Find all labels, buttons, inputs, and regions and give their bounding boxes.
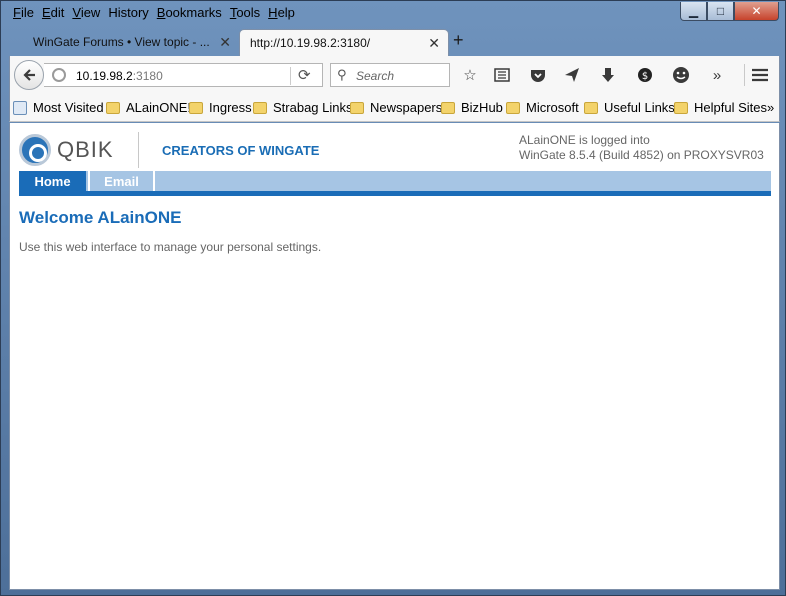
url-text[interactable]: 10.19.98.2:3180: [76, 69, 163, 83]
folder-icon: [441, 101, 455, 114]
menu-tools[interactable]: Tools: [226, 3, 264, 23]
browser-window: ▁ □ ✕ File Edit View History Bookmarks T…: [0, 0, 786, 596]
svg-text:$: $: [642, 71, 648, 82]
extension-smiley-icon[interactable]: [671, 65, 691, 85]
navigation-toolbar: 10.19.98.2:3180 ⟳ ⚲ Search ☆ $ »: [9, 56, 780, 94]
folder-icon: [253, 101, 267, 114]
nav-tab-email[interactable]: Email: [88, 171, 155, 191]
tab-title: WinGate Forums • View topic - ...: [33, 35, 210, 49]
overflow-chevron-icon[interactable]: »: [707, 65, 727, 85]
nav-tab-home[interactable]: Home: [19, 171, 86, 191]
page-content: QBIK CREATORS OF WINGATE ALainONE is log…: [9, 123, 780, 590]
bookmark-folder-microsoft[interactable]: Microsoft: [506, 100, 579, 115]
bookmark-folder-helpful-sites[interactable]: Helpful Sites: [674, 100, 767, 115]
reload-icon[interactable]: ⟳: [298, 66, 311, 84]
folder-icon: [189, 101, 203, 114]
bookmark-folder-alainone[interactable]: ALainONE!: [106, 100, 191, 115]
qbik-logo[interactable]: QBIK: [19, 134, 114, 166]
folder-icon: [106, 101, 120, 114]
bookmark-most-visited[interactable]: Most Visited: [13, 100, 104, 115]
reader-view-icon[interactable]: [492, 65, 512, 85]
login-status-version: WinGate 8.5.4 (Build 4852) on PROXYSVR03: [519, 148, 764, 162]
url-separator: [290, 67, 291, 85]
menu-help[interactable]: Help: [264, 3, 299, 23]
search-input[interactable]: ⚲ Search: [330, 63, 450, 87]
menu-bookmarks[interactable]: Bookmarks: [153, 3, 226, 23]
close-window-button[interactable]: ✕: [734, 2, 779, 21]
login-status: ALainONE is logged into WinGate 8.5.4 (B…: [519, 133, 769, 163]
page-description: Use this web interface to manage your pe…: [19, 240, 322, 254]
url-bar[interactable]: 10.19.98.2:3180 ⟳: [44, 63, 323, 87]
new-tab-button[interactable]: +: [453, 30, 464, 51]
send-icon[interactable]: [562, 65, 582, 85]
tab-strip: WinGate Forums • View topic - ... ✕ http…: [9, 26, 779, 56]
maximize-button[interactable]: □: [707, 2, 734, 21]
search-placeholder: Search: [356, 69, 395, 83]
menu-view[interactable]: View: [68, 3, 104, 23]
bookmark-star-icon[interactable]: ☆: [460, 65, 480, 85]
menu-history[interactable]: History: [104, 3, 152, 23]
menu-edit[interactable]: Edit: [38, 3, 68, 23]
downloads-icon[interactable]: [598, 65, 618, 85]
toolbar-separator: [744, 64, 745, 86]
bookmark-folder-ingress[interactable]: Ingress: [189, 100, 252, 115]
logo-text: QBIK: [57, 137, 114, 162]
tab-close-icon[interactable]: ✕: [219, 34, 231, 51]
search-icon: ⚲: [337, 67, 347, 82]
login-status-line: ALainONE is logged into: [519, 133, 650, 147]
tab-close-icon[interactable]: ✕: [428, 35, 440, 52]
tab-wingate-home[interactable]: http://10.19.98.2:3180/ ✕: [239, 29, 449, 56]
header-divider: [138, 132, 139, 168]
site-info-icon[interactable]: [52, 68, 66, 82]
bookmark-folder-useful-links[interactable]: Useful Links: [584, 100, 675, 115]
folder-icon: [584, 101, 598, 114]
bookmarks-overflow-icon[interactable]: »: [767, 100, 774, 115]
folder-icon: [350, 101, 364, 114]
most-visited-icon: [13, 100, 27, 115]
folder-icon: [674, 101, 688, 114]
window-controls: ▁ □ ✕: [680, 2, 779, 21]
page-nav-underline: [19, 191, 771, 196]
bookmark-folder-newspapers[interactable]: Newspapers: [350, 100, 442, 115]
qbik-logo-icon: [19, 134, 51, 166]
back-arrow-icon: [23, 69, 35, 81]
bookmarks-toolbar: Most Visited ALainONE! Ingress Strabag L…: [9, 94, 780, 122]
page-title: Welcome ALainONE: [19, 208, 182, 227]
menu-file[interactable]: File: [9, 3, 38, 23]
minimize-button[interactable]: ▁: [680, 2, 707, 21]
tab-title: http://10.19.98.2:3180/: [250, 36, 371, 50]
back-button[interactable]: [14, 60, 44, 90]
bookmark-folder-bizhub[interactable]: BizHub: [441, 100, 503, 115]
bookmark-folder-strabag-links[interactable]: Strabag Links: [253, 100, 353, 115]
extension-coin-icon[interactable]: $: [635, 65, 655, 85]
tab-wingate-forums[interactable]: WinGate Forums • View topic - ... ✕: [17, 29, 239, 56]
tagline: CREATORS OF WINGATE: [162, 143, 320, 158]
menu-bar: File Edit View History Bookmarks Tools H…: [9, 3, 299, 23]
pocket-icon[interactable]: [528, 65, 548, 85]
folder-icon: [506, 101, 520, 114]
hamburger-menu-icon[interactable]: [750, 65, 770, 85]
